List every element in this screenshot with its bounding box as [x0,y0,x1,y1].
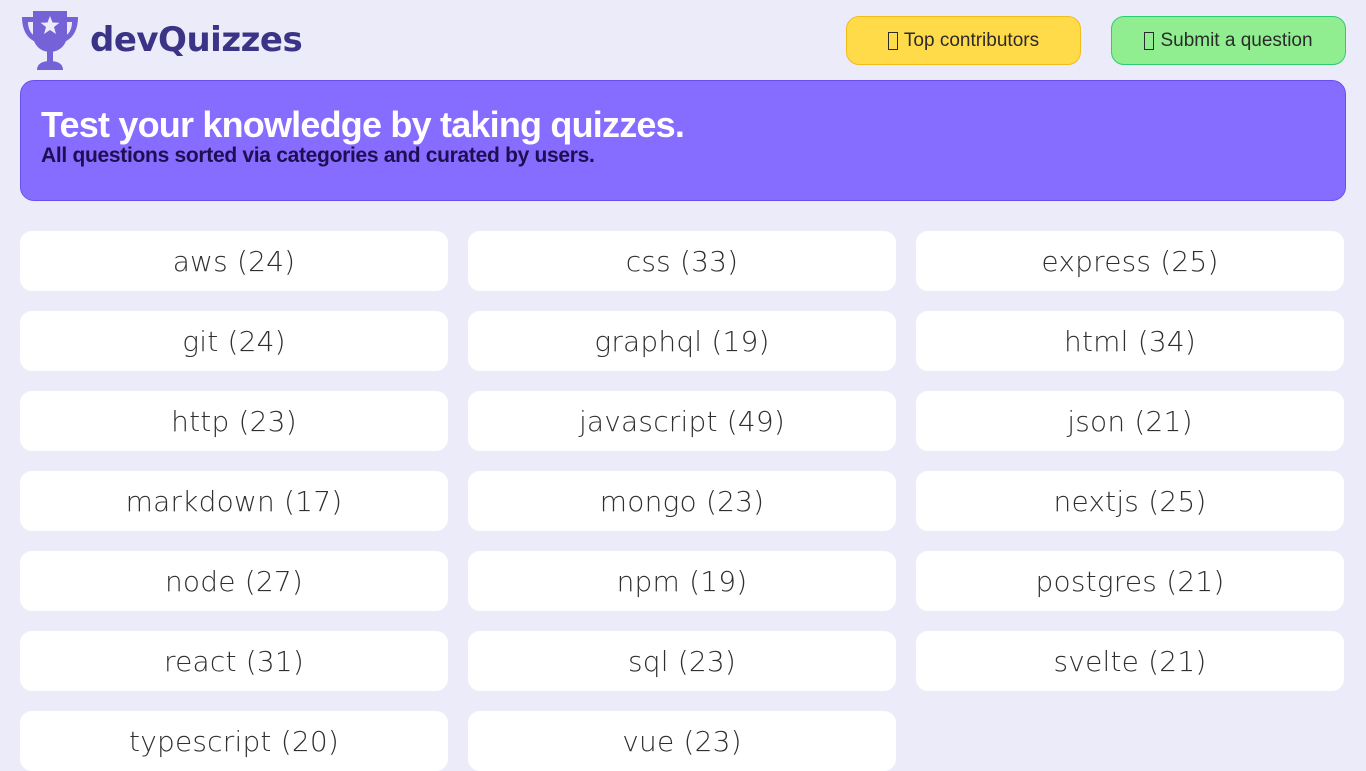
top-contributors-label: Top contributors [903,29,1040,51]
category-card-json[interactable]: json (21) [916,391,1344,451]
missing-glyph-icon [1144,31,1155,50]
header: devQuizzes Top contributors Submit a que… [0,0,1366,80]
missing-glyph-icon [887,31,898,50]
category-card-npm[interactable]: npm (19) [468,551,896,611]
logo-link[interactable]: devQuizzes [20,9,303,71]
category-card-markdown[interactable]: markdown (17) [20,471,448,531]
category-card-svelte[interactable]: svelte (21) [916,631,1344,691]
category-card-http[interactable]: http (23) [20,391,448,451]
category-card-nextjs[interactable]: nextjs (25) [916,471,1344,531]
category-card-html[interactable]: html (34) [916,311,1344,371]
category-card-git[interactable]: git (24) [20,311,448,371]
top-contributors-button[interactable]: Top contributors [846,16,1081,65]
submit-question-label: Submit a question [1160,29,1313,51]
category-card-aws[interactable]: aws (24) [20,231,448,291]
category-card-css[interactable]: css (33) [468,231,896,291]
category-card-vue[interactable]: vue (23) [468,711,896,771]
category-card-typescript[interactable]: typescript (20) [20,711,448,771]
hero-banner: Test your knowledge by taking quizzes. A… [20,80,1346,201]
category-card-node[interactable]: node (27) [20,551,448,611]
category-card-react[interactable]: react (31) [20,631,448,691]
hero-title: Test your knowledge by taking quizzes. [41,104,685,145]
category-card-graphql[interactable]: graphql (19) [468,311,896,371]
trophy-star-icon [22,11,78,70]
category-card-mongo[interactable]: mongo (23) [468,471,896,531]
brand-name: devQuizzes [90,20,303,60]
category-grid: aws (24) css (33) express (25) git (24) … [20,231,1346,771]
category-card-express[interactable]: express (25) [916,231,1344,291]
category-card-javascript[interactable]: javascript (49) [468,391,896,451]
category-card-sql[interactable]: sql (23) [468,631,896,691]
submit-question-button[interactable]: Submit a question [1111,16,1346,65]
category-card-postgres[interactable]: postgres (21) [916,551,1344,611]
